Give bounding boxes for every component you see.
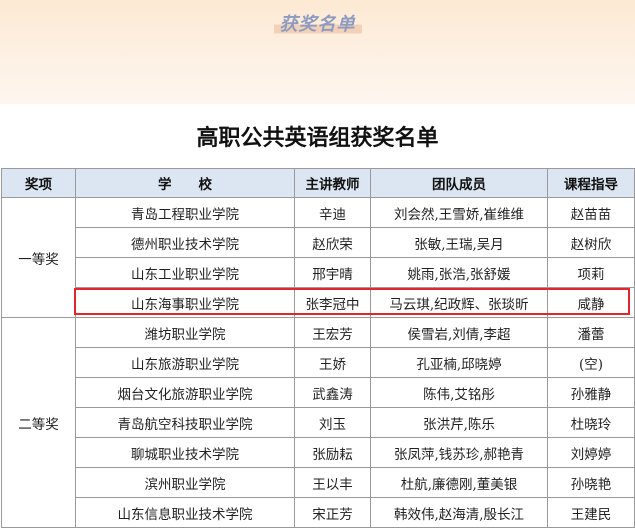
table-row: 滨州职业学院 王以丰 杜航,廉德刚,董美银 孙晓艳: [2, 467, 635, 498]
team-cell: 韩效伟,赵海清,殷长江: [370, 497, 548, 528]
advisor-cell: 王建民: [547, 497, 635, 528]
team-cell: 刘会然,王雪娇,崔维维: [370, 197, 548, 228]
team-cell: 侯雪岩,刘倩,李超: [370, 317, 548, 348]
header-team: 团队成员: [370, 168, 548, 198]
teacher-cell: 王宏芳: [294, 317, 371, 348]
header-banner: 获奖名单: [0, 0, 635, 104]
team-cell: 张敏,王瑞,吴月: [370, 227, 548, 258]
school-cell: 青岛航空科技职业学院: [75, 407, 295, 438]
award-level-cell: 二等奖: [1, 317, 76, 528]
teacher-cell: 武鑫涛: [294, 377, 371, 408]
advisor-cell: 孙雅静: [547, 377, 635, 408]
teacher-cell: 宋正芳: [294, 497, 371, 528]
school-cell: 德州职业技术学院: [75, 227, 295, 258]
table-row: 山东旅游职业学院 王娇 孔亚楠,邱晓婷 (空): [2, 347, 635, 378]
award-table: 奖项 学 校 主讲教师 团队成员 课程指导 一等奖 青岛工程职业学院 辛迪 刘会…: [1, 168, 635, 528]
school-cell: 山东信息职业技术学院: [75, 497, 295, 528]
team-cell: 马云琪,纪政辉、张琰昕: [370, 287, 548, 318]
table-header-row: 奖项 学 校 主讲教师 团队成员 课程指导: [1, 168, 635, 198]
team-cell: 张凤萍,钱苏珍,郝艳青: [370, 437, 548, 468]
teacher-cell: 王娇: [294, 347, 371, 378]
teacher-cell: 王以丰: [294, 467, 371, 498]
team-cell: 姚雨,张浩,张舒媛: [370, 257, 548, 288]
banner-title: 获奖名单: [0, 10, 635, 36]
school-cell: 滨州职业学院: [75, 467, 295, 498]
table-row: 二等奖 潍坊职业学院 王宏芳 侯雪岩,刘倩,李超 潘蕾: [1, 317, 635, 528]
teacher-cell: 张励耘: [294, 437, 371, 468]
advisor-cell: (空): [547, 347, 635, 378]
table-row: 烟台文化旅游职业学院 武鑫涛 陈伟,艾铭彤 孙雅静: [2, 377, 635, 408]
advisor-cell: 咸静: [547, 287, 635, 318]
team-cell: 陈伟,艾铭彤: [370, 377, 548, 408]
teacher-cell: 赵欣荣: [294, 227, 371, 258]
advisor-cell: 孙晓艳: [547, 467, 635, 498]
table-row-highlighted: 山东海事职业学院 张李冠中 马云琪,纪政辉、张琰昕 咸静: [2, 287, 635, 318]
document-title: 高职公共英语组获奖名单: [196, 125, 439, 151]
teacher-cell: 辛迪: [294, 197, 371, 228]
teacher-cell: 邢宇晴: [294, 257, 371, 288]
teacher-cell: 张李冠中: [294, 287, 371, 318]
header-award: 奖项: [1, 168, 76, 198]
advisor-cell: 潘蕾: [547, 317, 635, 348]
advisor-cell: 赵苗苗: [547, 197, 635, 228]
header-teacher: 主讲教师: [294, 168, 371, 198]
teacher-cell: 刘玉: [294, 407, 371, 438]
team-cell: 孔亚楠,邱晓婷: [370, 347, 548, 378]
school-cell: 烟台文化旅游职业学院: [75, 377, 295, 408]
table-row: 青岛航空科技职业学院 刘玉 张洪芹,陈乐 杜晓玲: [2, 407, 635, 438]
advisor-cell: 杜晓玲: [547, 407, 635, 438]
school-cell: 聊城职业技术学院: [75, 437, 295, 468]
team-cell: 张洪芹,陈乐: [370, 407, 548, 438]
table-row: 山东工业职业学院 邢宇晴 姚雨,张浩,张舒媛 项莉: [2, 257, 635, 288]
table-row: 山东信息职业技术学院 宋正芳 韩效伟,赵海清,殷长江 王建民: [2, 497, 635, 528]
table-row: 一等奖 青岛工程职业学院 辛迪 刘会然,王雪娇,崔维维 赵苗苗: [1, 197, 635, 318]
school-cell: 山东海事职业学院: [75, 287, 295, 318]
award-level-cell: 一等奖: [1, 197, 76, 318]
header-advisor: 课程指导: [547, 168, 635, 198]
school-cell: 山东旅游职业学院: [75, 347, 295, 378]
school-cell: 青岛工程职业学院: [75, 197, 295, 228]
table-row: 聊城职业技术学院 张励耘 张凤萍,钱苏珍,郝艳青 刘婷婷: [2, 437, 635, 468]
advisor-cell: 项莉: [547, 257, 635, 288]
team-cell: 杜航,廉德刚,董美银: [370, 467, 548, 498]
advisor-cell: 赵树欣: [547, 227, 635, 258]
advisor-cell: 刘婷婷: [547, 437, 635, 468]
school-cell: 潍坊职业学院: [75, 317, 295, 348]
table-row: 德州职业技术学院 赵欣荣 张敏,王瑞,吴月 赵树欣: [2, 227, 635, 258]
school-cell: 山东工业职业学院: [75, 257, 295, 288]
header-school: 学 校: [75, 168, 295, 198]
